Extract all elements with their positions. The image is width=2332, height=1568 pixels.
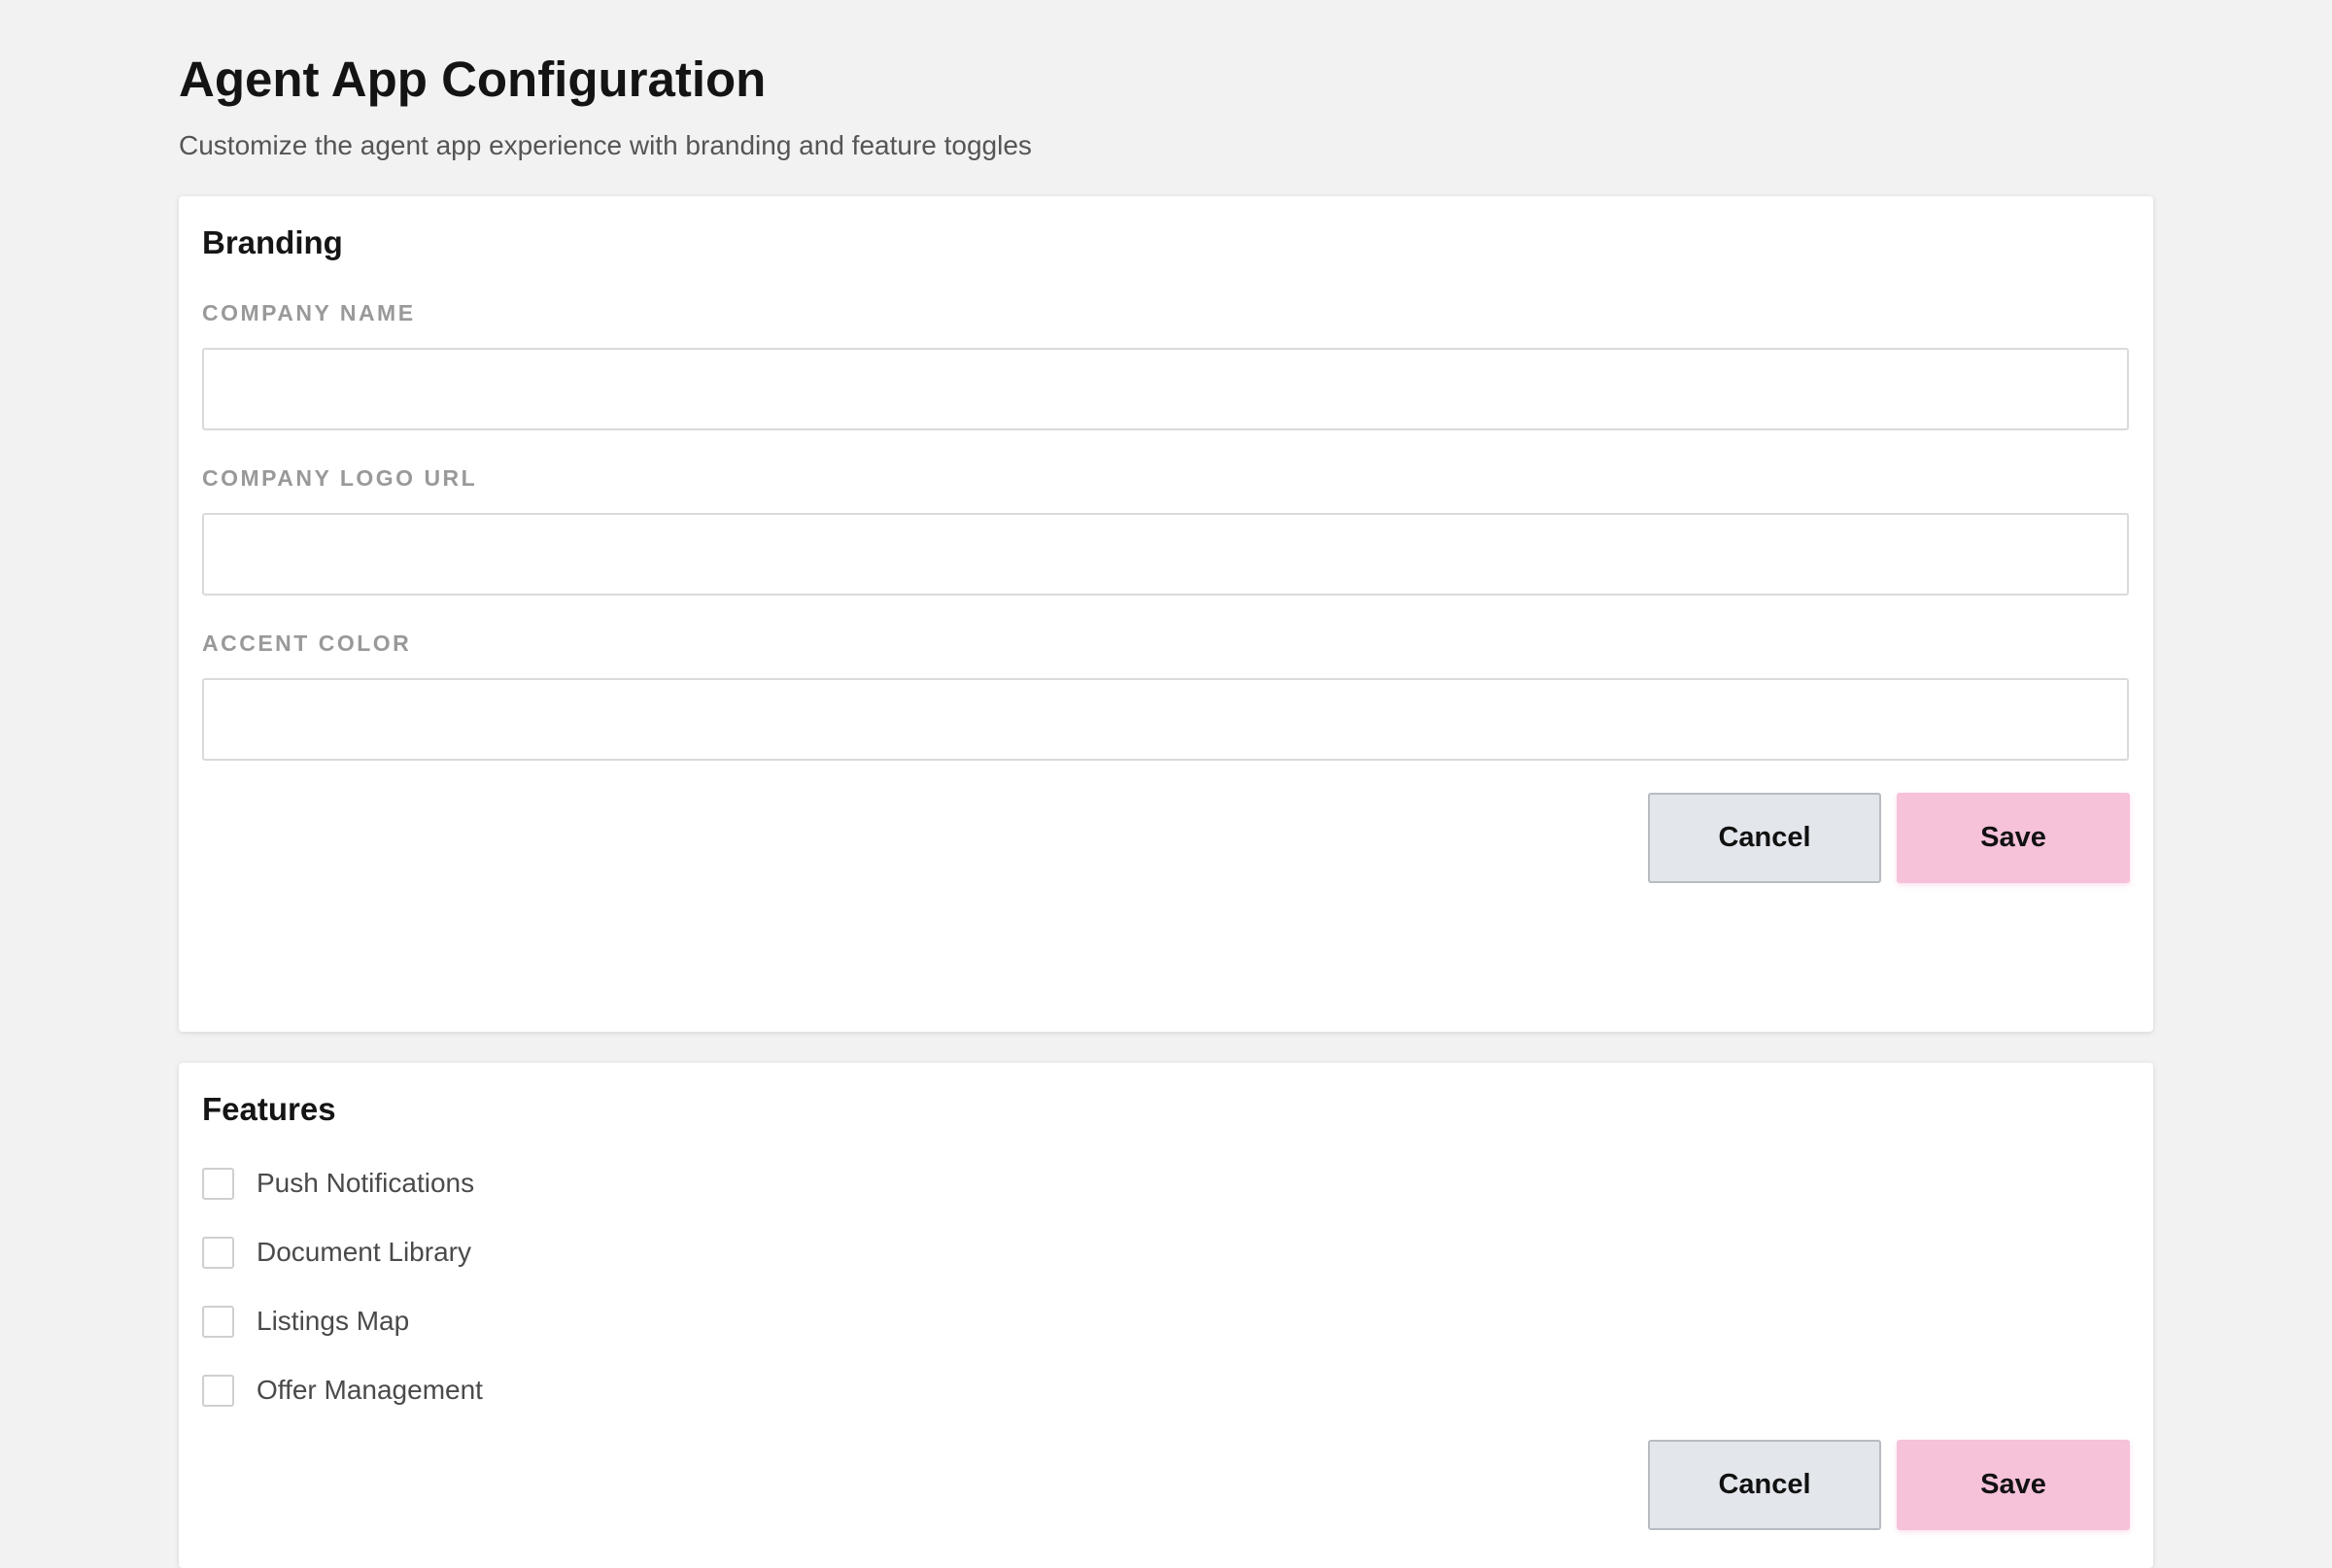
company-logo-url-input[interactable]	[202, 513, 2129, 596]
company-name-input[interactable]	[202, 348, 2129, 430]
company-logo-url-label: COMPANY LOGO URL	[202, 465, 478, 491]
branding-card: Branding COMPANY NAME COMPANY LOGO URL A…	[179, 196, 2153, 1032]
listings-map-checkbox[interactable]	[202, 1305, 234, 1338]
feature-row-listings-map[interactable]: Listings Map	[202, 1302, 409, 1341]
accent-color-input[interactable]	[202, 678, 2129, 761]
page-subtitle: Customize the agent app experience with …	[179, 130, 1032, 160]
listings-map-label: Listings Map	[257, 1306, 410, 1336]
feature-row-document-library[interactable]: Document Library	[202, 1233, 471, 1272]
offer-management-checkbox[interactable]	[202, 1374, 234, 1407]
company-name-label: COMPANY NAME	[202, 300, 416, 325]
feature-row-push-notifications[interactable]: Push Notifications	[202, 1164, 474, 1203]
push-notifications-label: Push Notifications	[257, 1168, 475, 1198]
features-title: Features	[202, 1091, 336, 1127]
feature-row-offer-management[interactable]: Offer Management	[202, 1371, 483, 1410]
branding-cancel-button[interactable]: Cancel	[1648, 793, 1881, 883]
page-title: Agent App Configuration	[179, 51, 767, 107]
document-library-label: Document Library	[257, 1237, 471, 1267]
features-cancel-button[interactable]: Cancel	[1648, 1440, 1881, 1530]
push-notifications-checkbox[interactable]	[202, 1167, 234, 1200]
branding-save-button[interactable]: Save	[1897, 793, 2130, 883]
offer-management-label: Offer Management	[257, 1375, 483, 1405]
features-card: Features Push Notifications Document Lib…	[179, 1063, 2153, 1568]
document-library-checkbox[interactable]	[202, 1236, 234, 1269]
branding-title: Branding	[202, 224, 343, 260]
features-save-button[interactable]: Save	[1897, 1440, 2130, 1530]
accent-color-label: ACCENT COLOR	[202, 631, 412, 656]
